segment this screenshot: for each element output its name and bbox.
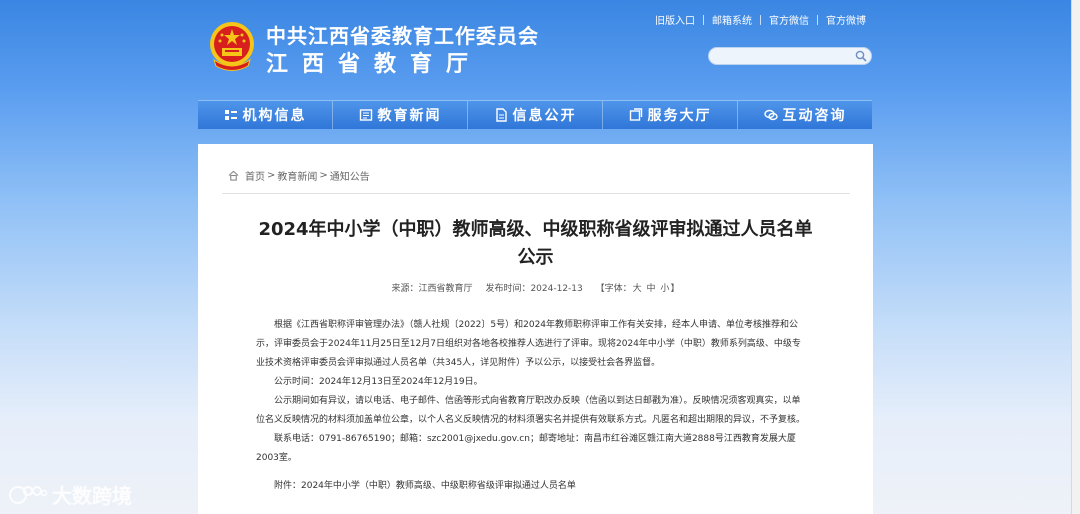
article-date: 发布时间：2024-12-13 — [485, 284, 583, 294]
nav-item-org-info[interactable]: 机构信息 — [198, 101, 332, 129]
font-size-small[interactable]: 小 — [660, 284, 669, 294]
article-source: 来源：江西省教育厅 — [391, 284, 473, 294]
article-body: 根据《江西省职称评审管理办法》（赣人社规〔2022〕5号）和2024年教师职称评… — [256, 316, 808, 468]
search-box — [708, 47, 872, 69]
top-links: 旧版入口 邮箱系统 官方微信 官方微博 — [647, 12, 874, 27]
nav-item-service-hall[interactable]: 服务大厅 — [602, 101, 737, 129]
doc-icon — [495, 108, 507, 122]
breadcrumb-separator: > — [267, 170, 276, 181]
article-title: 2024年中小学（中职）教师高级、中级职称省级评审拟通过人员名单 公示 — [238, 216, 833, 272]
font-size-medium[interactable]: 中 — [647, 284, 656, 294]
nav-item-label: 教育新闻 — [377, 108, 442, 124]
top-link-mail[interactable]: 邮箱系统 — [704, 12, 760, 27]
breadcrumb-notice[interactable]: 通知公告 — [330, 168, 370, 183]
search-icon[interactable] — [855, 50, 867, 62]
search-input[interactable] — [709, 52, 857, 69]
nav-item-label: 机构信息 — [242, 108, 307, 124]
site-header: 中共江西省委教育工作委员会 江西省教育厅 旧版入口 邮箱系统 官方微信 官方微博 — [198, 0, 874, 100]
breadcrumb-education-news[interactable]: 教育新闻 — [277, 168, 317, 183]
main-nav: 机构信息 教育新闻 信息公开 服务大厅 互动咨询 — [198, 100, 872, 129]
article-paragraph: 公示期间如有异议，请以电话、电子邮件、信函等形式向省教育厅职改办反映（信函以到达… — [256, 396, 806, 425]
org-icon — [224, 110, 237, 120]
top-link-wechat[interactable]: 官方微信 — [761, 12, 817, 27]
national-emblem-icon — [210, 22, 254, 71]
top-link-old-version[interactable]: 旧版入口 — [647, 12, 703, 27]
nav-item-label: 服务大厅 — [647, 108, 712, 124]
top-link-weibo[interactable]: 官方微博 — [818, 12, 874, 27]
chat-icon — [763, 109, 778, 121]
article-panel: 首页 > 教育新闻 > 通知公告 2024年中小学（中职）教师高级、中级职称省级… — [198, 144, 873, 514]
breadcrumb-separator: > — [319, 170, 328, 181]
watermark: 大数跨境 — [8, 480, 132, 509]
font-size-control: 【字体：大 中 小】 — [596, 284, 680, 294]
site-title-line1: 中共江西省委教育工作委员会 — [266, 24, 539, 48]
article-title-line1: 2024年中小学（中职）教师高级、中级职称省级评审拟通过人员名单 — [258, 219, 813, 240]
home-icon — [228, 170, 239, 181]
site-title-line2: 江西省教育厅 — [266, 52, 483, 77]
font-size-large[interactable]: 大 — [633, 284, 642, 294]
article-title-line2: 公示 — [517, 247, 554, 268]
nav-item-label: 信息公开 — [512, 108, 577, 124]
nav-item-info-disclosure[interactable]: 信息公开 — [467, 101, 602, 129]
font-size-suffix: 】 — [670, 284, 680, 294]
article-paragraph: 联系电话：0791-86765190；邮箱：szc2001@jxedu.gov.… — [256, 434, 796, 463]
watermark-text: 大数跨境 — [52, 484, 132, 508]
nav-item-interactive-consult[interactable]: 互动咨询 — [737, 101, 872, 129]
font-size-prefix: 【字体： — [595, 284, 632, 294]
article-paragraph: 公示时间：2024年12月13日至2024年12月19日。 — [274, 377, 483, 387]
article-meta: 来源：江西省教育厅 发布时间：2024-12-13 【字体：大 中 小】 — [198, 281, 873, 294]
nav-item-label: 互动咨询 — [782, 108, 847, 124]
breadcrumb: 首页 > 教育新闻 > 通知公告 — [228, 168, 370, 183]
service-icon — [629, 108, 642, 121]
watermark-logo-icon — [9, 485, 48, 504]
article-attachment-link[interactable]: 附件：2024年中小学（中职）教师高级、中级职称省级评审拟通过人员名单 — [274, 478, 576, 491]
article-paragraph: 根据《江西省职称评审管理办法》（赣人社规〔2022〕5号）和2024年教师职称评… — [256, 320, 801, 368]
window-scrollbar[interactable] — [1071, 0, 1080, 514]
news-icon — [359, 109, 372, 121]
breadcrumb-divider — [222, 193, 850, 194]
nav-item-education-news[interactable]: 教育新闻 — [332, 101, 467, 129]
breadcrumb-home[interactable]: 首页 — [245, 168, 265, 183]
